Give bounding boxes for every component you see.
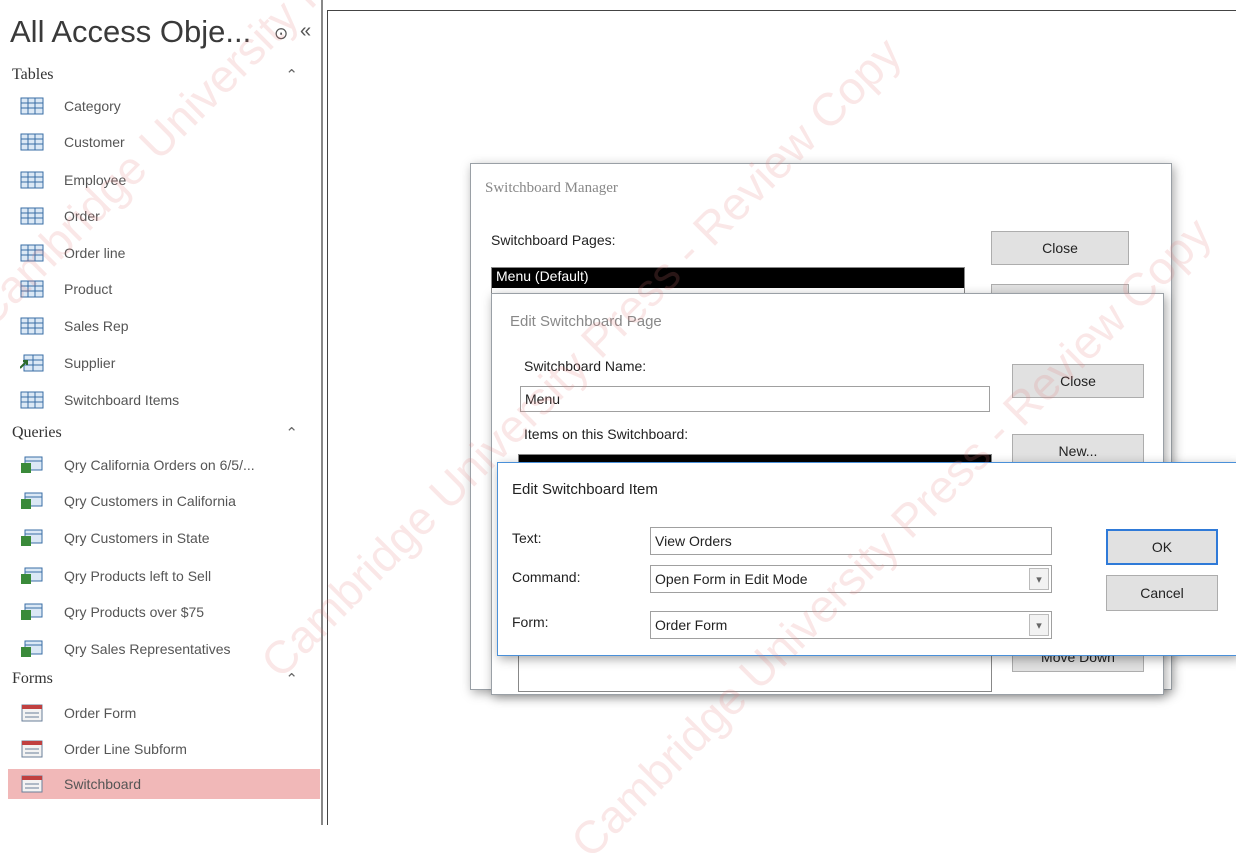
- nav-item-table[interactable]: Switchboard Items: [20, 385, 316, 415]
- query-icon: [20, 640, 44, 658]
- chevron-down-icon[interactable]: ▾: [1029, 614, 1049, 636]
- nav-item-query[interactable]: Qry Products left to Sell: [20, 561, 316, 591]
- form-value: Order Form: [655, 617, 728, 633]
- switchboard-name-input[interactable]: Menu: [520, 386, 990, 412]
- linked-table-icon: [19, 354, 44, 372]
- nav-item-label: Qry Products over $75: [64, 604, 205, 620]
- nav-item-query[interactable]: Qry Customers in California: [20, 486, 316, 516]
- table-icon: [20, 391, 44, 409]
- collapse-up-icon[interactable]: ⌃: [285, 66, 298, 85]
- pane-title[interactable]: All Access Obje...: [10, 14, 251, 50]
- query-icon: [20, 456, 44, 474]
- pane-splitter[interactable]: [321, 0, 323, 825]
- chevron-down-icon[interactable]: ▾: [1029, 568, 1049, 590]
- chevron-circle-down-icon[interactable]: ⊙: [274, 24, 288, 44]
- nav-item-query[interactable]: Qry California Orders on 6/5/...: [20, 450, 316, 480]
- group-label: Forms: [12, 670, 53, 687]
- close-button[interactable]: Close: [991, 231, 1129, 265]
- group-label: Tables: [12, 66, 54, 83]
- cancel-button[interactable]: Cancel: [1106, 575, 1218, 611]
- nav-item-label: Qry California Orders on 6/5/...: [64, 457, 255, 473]
- items-label: Items on this Switchboard:: [524, 426, 689, 442]
- form-icon: [20, 704, 44, 722]
- nav-item-label: Qry Sales Representatives: [64, 641, 231, 657]
- form-icon: [20, 775, 44, 793]
- text-label: Text:: [512, 530, 542, 546]
- nav-item-table[interactable]: Product: [20, 274, 316, 304]
- nav-item-form[interactable]: Order Line Subform: [20, 734, 316, 764]
- close-button[interactable]: Close: [1012, 364, 1144, 398]
- nav-item-query[interactable]: Qry Customers in State: [20, 523, 316, 553]
- edit-switchboard-item-dialog: Edit Switchboard Item Text: View Orders …: [497, 462, 1236, 656]
- workspace-border: [327, 10, 328, 825]
- table-icon: [20, 171, 44, 189]
- nav-item-table[interactable]: Employee: [20, 165, 316, 195]
- nav-item-table[interactable]: Sales Rep: [20, 311, 316, 341]
- dialog-title: Edit Switchboard Item: [512, 481, 658, 498]
- query-icon: [20, 492, 44, 510]
- form-icon: [20, 740, 44, 758]
- nav-item-label: Employee: [64, 172, 127, 188]
- nav-item-label: Qry Products left to Sell: [64, 568, 212, 584]
- pages-label: Switchboard Pages:: [491, 232, 616, 248]
- nav-item-form-selected[interactable]: Switchboard: [8, 769, 320, 799]
- nav-item-label: Supplier: [64, 355, 116, 371]
- nav-item-linked-table[interactable]: Supplier: [19, 348, 316, 378]
- table-icon: [20, 280, 44, 298]
- nav-item-table[interactable]: Order line: [20, 238, 316, 268]
- nav-item-label: Order: [64, 208, 100, 224]
- command-label: Command:: [512, 569, 581, 585]
- nav-item-label: Qry Customers in State: [64, 530, 210, 546]
- nav-item-label: Category: [64, 98, 121, 114]
- page-list-item[interactable]: Menu (Default): [492, 268, 964, 288]
- nav-item-label: Qry Customers in California: [64, 493, 236, 509]
- group-header-forms[interactable]: Forms ⌃: [12, 670, 312, 692]
- command-select[interactable]: Open Form in Edit Mode ▾: [650, 565, 1052, 593]
- table-icon: [20, 207, 44, 225]
- group-header-tables[interactable]: Tables ⌃: [12, 66, 312, 88]
- nav-item-label: Order Line Subform: [64, 741, 187, 757]
- table-icon: [20, 244, 44, 262]
- nav-item-label: Customer: [64, 134, 125, 150]
- dialog-title: Switchboard Manager: [485, 180, 618, 196]
- command-value: Open Form in Edit Mode: [655, 571, 808, 587]
- item-text-input[interactable]: View Orders: [650, 527, 1052, 555]
- nav-item-table[interactable]: Order: [20, 201, 316, 231]
- ok-button[interactable]: OK: [1106, 529, 1218, 565]
- query-icon: [20, 567, 44, 585]
- nav-item-label: Switchboard Items: [64, 392, 180, 408]
- double-chevron-left-icon[interactable]: «: [300, 20, 311, 43]
- nav-item-label: Order line: [64, 245, 126, 261]
- group-header-queries[interactable]: Queries ⌃: [12, 424, 312, 446]
- table-icon: [20, 133, 44, 151]
- collapse-up-icon[interactable]: ⌃: [285, 424, 298, 443]
- query-icon: [20, 529, 44, 547]
- nav-item-label: Product: [64, 281, 113, 297]
- nav-item-query[interactable]: Qry Products over $75: [20, 597, 316, 627]
- nav-item-table[interactable]: Customer: [20, 127, 316, 157]
- nav-item-query[interactable]: Qry Sales Representatives: [20, 634, 316, 664]
- workspace-top-border: [327, 10, 1236, 11]
- collapse-up-icon[interactable]: ⌃: [285, 670, 298, 689]
- dialog-title: Edit Switchboard Page: [510, 313, 662, 330]
- nav-item-label: Sales Rep: [64, 318, 129, 334]
- form-select[interactable]: Order Form ▾: [650, 611, 1052, 639]
- nav-item-table[interactable]: Category: [20, 91, 316, 121]
- table-icon: [20, 97, 44, 115]
- table-icon: [20, 317, 44, 335]
- name-label: Switchboard Name:: [524, 358, 647, 374]
- group-label: Queries: [12, 424, 62, 441]
- navigation-pane: All Access Obje... ⊙ « Tables ⌃ Category…: [0, 0, 322, 825]
- form-label: Form:: [512, 614, 549, 630]
- nav-item-label: Switchboard: [64, 776, 142, 792]
- nav-item-form[interactable]: Order Form: [20, 698, 316, 728]
- nav-item-label: Order Form: [64, 705, 137, 721]
- query-icon: [20, 603, 44, 621]
